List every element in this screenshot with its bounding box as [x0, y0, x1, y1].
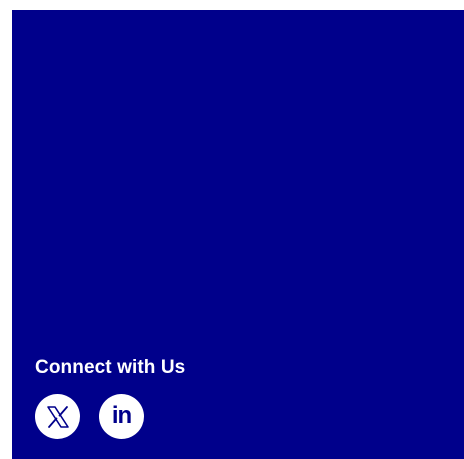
social-links: in	[35, 394, 144, 439]
footer-panel: Connect with Us in	[12, 10, 464, 459]
linkedin-icon: in	[111, 401, 132, 429]
x-link[interactable]	[35, 394, 80, 439]
x-logo-icon	[46, 405, 70, 429]
linkedin-link[interactable]: in	[99, 394, 144, 439]
connect-title: Connect with Us	[35, 357, 186, 378]
